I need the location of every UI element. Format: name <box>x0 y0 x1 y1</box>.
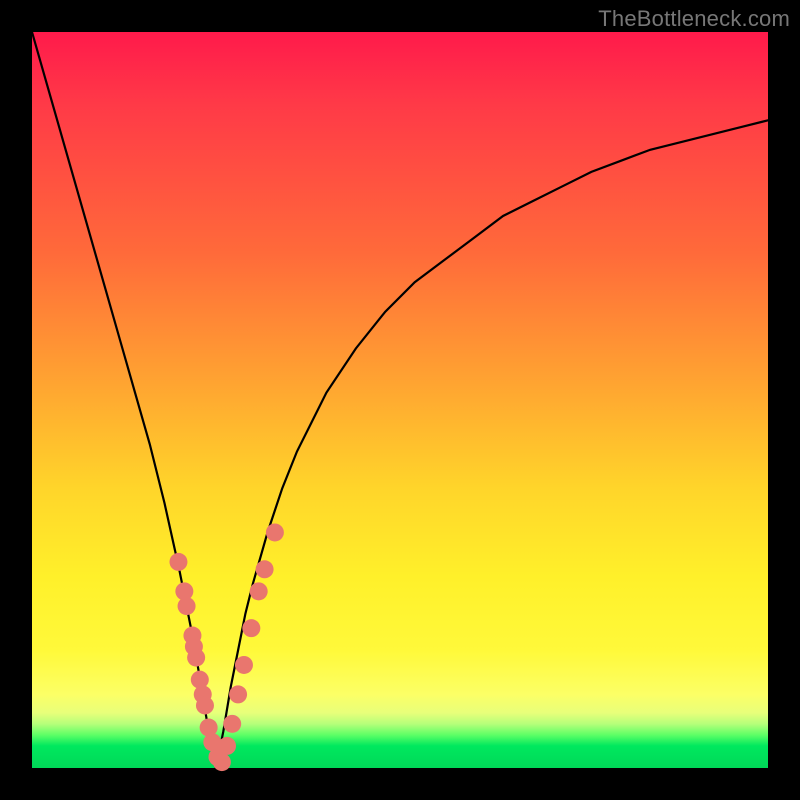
dots-right-point <box>266 523 284 541</box>
watermark-text: TheBottleneck.com <box>598 6 790 32</box>
dots-right-point <box>223 715 241 733</box>
dots-right-point <box>256 560 274 578</box>
dots-right-point <box>250 582 268 600</box>
dots-left-point <box>196 696 214 714</box>
dots-left-point <box>213 753 231 771</box>
plot-area <box>32 32 768 768</box>
dots-left-point <box>178 597 196 615</box>
dots-right-point <box>242 619 260 637</box>
bottleneck-curve <box>32 32 768 768</box>
curve-layer <box>32 32 768 768</box>
data-dots <box>169 523 283 771</box>
dots-right-point <box>235 656 253 674</box>
chart-frame: TheBottleneck.com <box>0 0 800 800</box>
dots-left-point <box>169 553 187 571</box>
dots-left-point <box>187 649 205 667</box>
dots-right-point <box>229 685 247 703</box>
dots-right-point <box>218 737 236 755</box>
